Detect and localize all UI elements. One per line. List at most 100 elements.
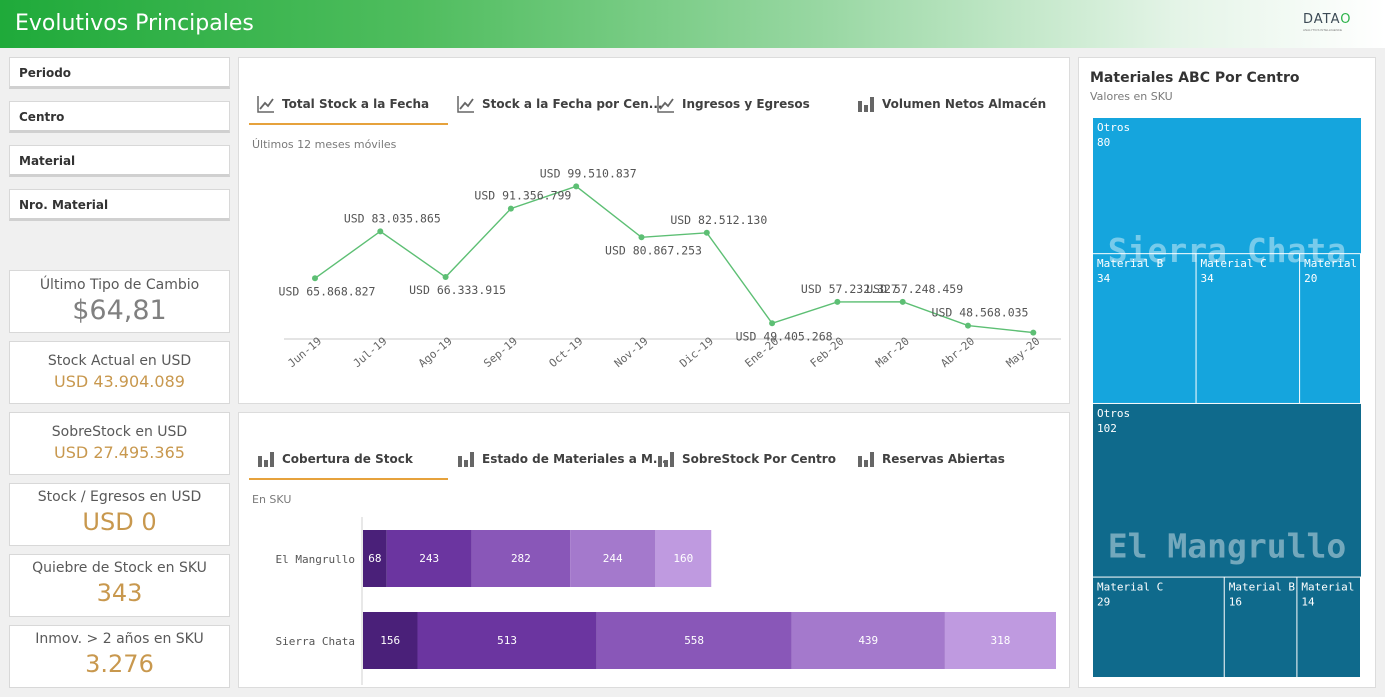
- x-tick-label: May-20: [1004, 335, 1043, 371]
- group-label: El Mangrullo: [1108, 526, 1346, 565]
- filter-label: Periodo: [19, 66, 72, 80]
- tile-name: Material C: [1097, 581, 1163, 594]
- tile-value: 34: [1201, 272, 1215, 285]
- x-tick-label: Oct-19: [547, 335, 586, 371]
- kpi-label: Stock Actual en USD: [47, 353, 192, 369]
- data-point: [769, 320, 776, 327]
- series-line: [314, 185, 1034, 334]
- data-label: USD 80.867.253: [605, 243, 702, 257]
- stock-line-chart[interactable]: USD 65.868.827 USD 83.035.865 USD 66.333.9…: [239, 153, 1069, 403]
- kpi-quiebre-stock[interactable]: Quiebre de Stock en SKU 343: [9, 554, 230, 617]
- data-label: USD 48.568.035: [932, 306, 1029, 320]
- kpi-label: SobreStock en USD: [51, 424, 188, 440]
- filter-label: Material: [19, 154, 76, 168]
- x-tick-label: Jul-19: [351, 335, 390, 371]
- kpi-label: Stock / Egresos en USD: [37, 489, 202, 505]
- data-label: USD 65.868.827: [279, 284, 376, 298]
- kpi-stock-egresos[interactable]: Stock / Egresos en USD USD 0: [9, 483, 230, 546]
- kpi-stock-actual[interactable]: Stock Actual en USD USD 43.904.089: [9, 341, 230, 404]
- treemap-panel: Materiales ABC Por Centro Valores en SKU…: [1078, 57, 1376, 688]
- data-point: [377, 228, 384, 235]
- bar-chart-icon: [458, 452, 474, 467]
- group-label: Sierra Chata: [1108, 231, 1346, 270]
- logo-tagline: ANALYTICS INTELLIGENCE: [1303, 28, 1342, 32]
- tile-value: 16: [1229, 596, 1242, 609]
- bar-value-label: 558: [684, 634, 704, 647]
- tile-value: 34: [1097, 272, 1111, 285]
- tab-total-stock[interactable]: Total Stock a la Fecha: [249, 95, 448, 125]
- bar-chart-icon: [858, 452, 874, 467]
- kpi-value: $64,81: [72, 295, 167, 326]
- filter-centro[interactable]: Centro: [9, 101, 230, 133]
- chart-subtitle: Últimos 12 meses móviles: [252, 138, 397, 151]
- kpi-value: USD 27.495.365: [54, 443, 185, 462]
- filter-nro-material[interactable]: Nro. Material: [9, 189, 230, 221]
- app-header: Evolutivos Principales DATAO ANALYTICS I…: [0, 0, 1385, 48]
- kpi-tipo-cambio[interactable]: Último Tipo de Cambio $64,81: [9, 270, 230, 333]
- category-label: El Mangrullo: [276, 553, 355, 566]
- tab-stock-por-centro[interactable]: Stock a la Fecha por Cen...: [449, 95, 662, 125]
- bar-value-label: 282: [511, 552, 531, 565]
- bar-value-label: 513: [497, 634, 517, 647]
- tab-reservas-abiertas[interactable]: Reservas Abiertas: [849, 450, 1048, 480]
- data-label: USD 99.510.837: [540, 166, 637, 180]
- data-point: [638, 234, 645, 241]
- tab-label: Reservas Abiertas: [882, 452, 1005, 466]
- data-point: [834, 298, 841, 305]
- tab-label: Cobertura de Stock: [282, 452, 413, 466]
- bar-value-label: 318: [991, 634, 1011, 647]
- data-label: USD 83.035.865: [344, 211, 441, 225]
- bar-chart-icon: [258, 452, 274, 467]
- bar-value-label: 243: [419, 552, 439, 565]
- data-label: USD 57.248.459: [866, 282, 963, 296]
- tab-label: Estado de Materiales a M...: [482, 452, 667, 466]
- kpi-label: Quiebre de Stock en SKU: [32, 560, 207, 576]
- tab-cobertura-stock[interactable]: Cobertura de Stock: [249, 450, 448, 480]
- tile-name: Material B: [1229, 581, 1296, 594]
- x-tick-label: Jun-19: [285, 335, 324, 371]
- tab-label: Total Stock a la Fecha: [282, 97, 430, 111]
- data-label: USD 82.512.130: [670, 213, 767, 227]
- kpi-value: USD 0: [82, 508, 157, 536]
- kpi-label: Último Tipo de Cambio: [39, 277, 200, 293]
- line-chart-icon: [657, 96, 674, 113]
- chart-subtitle: En SKU: [252, 493, 292, 506]
- logo-word: DATA: [1303, 12, 1341, 27]
- bar-value-label: 244: [603, 552, 623, 565]
- kpi-sobrestock[interactable]: SobreStock en USD USD 27.495.365: [9, 412, 230, 475]
- tab-estado-materiales[interactable]: Estado de Materiales a M...: [449, 450, 667, 480]
- tile-name: Material A: [1301, 581, 1363, 594]
- data-point: [442, 274, 449, 281]
- tab-sobrestock-centro[interactable]: SobreStock Por Centro: [649, 450, 848, 480]
- x-tick-label: Nov-19: [612, 335, 651, 371]
- filter-periodo[interactable]: Periodo: [9, 57, 230, 89]
- tab-label: Volumen Netos Almacén: [882, 97, 1047, 111]
- data-label: USD 49.405.268: [736, 329, 833, 343]
- kpi-value: 3.276: [85, 650, 154, 678]
- data-logo: DATAO ANALYTICS INTELLIGENCE: [1303, 12, 1359, 36]
- kpi-inmovilizados[interactable]: Inmov. > 2 años en SKU 3.276: [9, 625, 230, 688]
- top-chart-panel: Total Stock a la Fecha Stock a la Fecha …: [238, 57, 1070, 404]
- tab-volumen-netos[interactable]: Volumen Netos Almacén: [849, 95, 1048, 125]
- filter-label: Nro. Material: [19, 198, 109, 212]
- tab-ingresos-egresos[interactable]: Ingresos y Egresos: [649, 95, 848, 125]
- tile-value: 14: [1301, 596, 1315, 609]
- tile-value: 80: [1097, 136, 1110, 149]
- data-label: USD 91.356.799: [474, 189, 571, 203]
- bar-value-label: 439: [858, 634, 878, 647]
- abc-treemap[interactable]: Otros 80 Material B 34 Material C 34 Material …: [1093, 118, 1363, 680]
- x-tick-label: Abr-20: [938, 335, 977, 371]
- treemap-title: Materiales ABC Por Centro: [1090, 70, 1300, 86]
- tile-value: 20: [1304, 272, 1317, 285]
- bottom-chart-panel: Cobertura de Stock Estado de Materiales …: [238, 412, 1070, 688]
- bar-chart-icon: [858, 97, 874, 112]
- page-title: Evolutivos Principales: [15, 11, 254, 36]
- bar-value-label: 156: [380, 634, 400, 647]
- data-point: [899, 298, 906, 305]
- cobertura-bar-chart[interactable]: El Mangrullo 68 243 282 244 160 Sierra Chata 15…: [239, 507, 1069, 687]
- logo-o: O: [1340, 12, 1352, 27]
- filter-material[interactable]: Material: [9, 145, 230, 177]
- filter-label: Centro: [19, 110, 65, 124]
- tile-name: Otros: [1097, 121, 1130, 134]
- data-label: USD 66.333.915: [409, 283, 506, 297]
